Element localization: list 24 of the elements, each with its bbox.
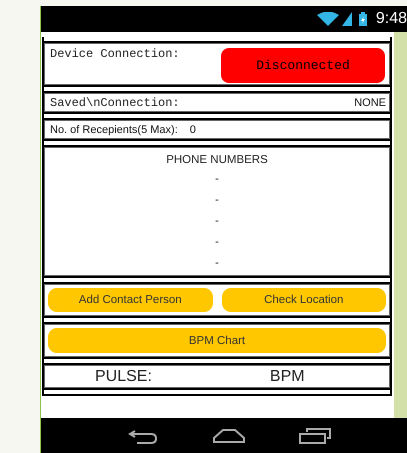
recipients-count: 0 [190,124,196,136]
saved-connection-label: Saved\nConnection: [50,96,180,110]
wifi-icon [316,12,339,26]
phone-number-entry: - [215,172,219,187]
connection-status: Disconnected [221,48,385,83]
phone-number-entry: - [215,256,219,271]
add-contact-button[interactable]: Add Contact Person [48,288,212,312]
pulse-unit: BPM [270,368,305,386]
recent-apps-icon[interactable] [298,428,331,444]
saved-connection-value: NONE [354,96,386,108]
battery-icon [358,12,367,26]
phone-number-entry: - [215,193,219,208]
pulse-label: PULSE: [95,368,152,386]
signal-icon [342,12,352,26]
phone-number-entry: - [215,214,219,229]
status-time: 9:48 [376,10,407,28]
phone-number-entry: - [215,235,219,250]
device-connection-label: Device Connection: [50,47,180,63]
bpm-chart-button[interactable]: BPM Chart [48,328,386,353]
recipients-label: No. of Recepients(5 Max): [50,124,178,136]
back-icon[interactable] [127,428,160,444]
phone-numbers-title: PHONE NUMBERS [166,154,268,166]
home-icon[interactable] [212,428,246,444]
check-location-button[interactable]: Check Location [222,288,386,312]
